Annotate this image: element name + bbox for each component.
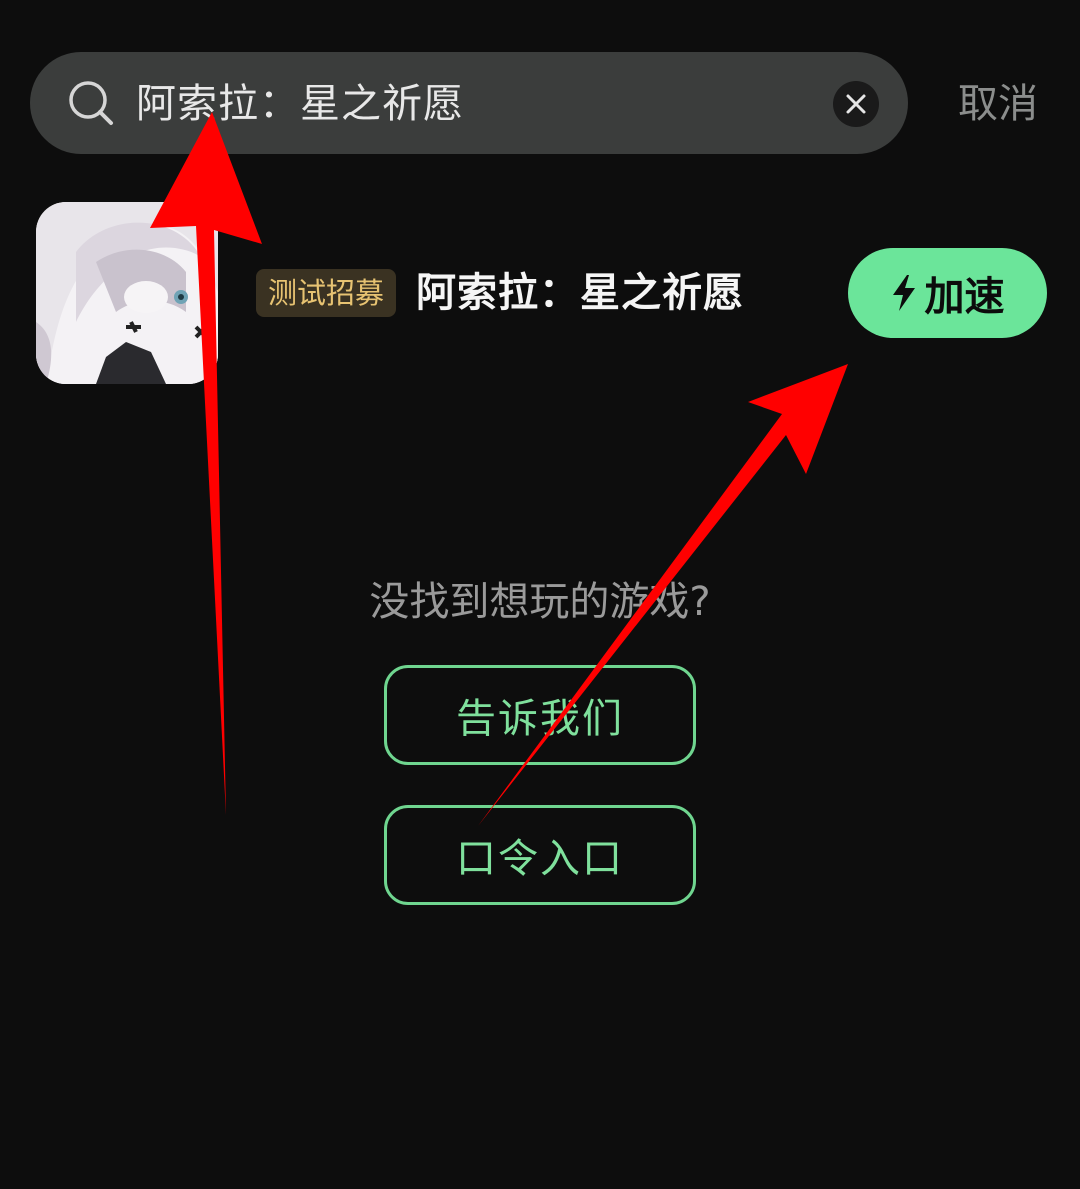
lightning-icon — [892, 275, 915, 311]
search-icon — [69, 81, 113, 125]
test-recruitment-badge: 测试招募 — [256, 269, 397, 317]
close-icon — [846, 94, 866, 114]
tell-us-button[interactable]: 告诉我们 — [384, 665, 696, 765]
anime-character-artwork — [36, 202, 218, 384]
not-found-prompt: 没找到想玩的游戏? — [369, 579, 711, 625]
search-input[interactable]: 阿索拉：星之祈愿 — [136, 76, 464, 132]
clear-search-button[interactable] — [833, 81, 879, 127]
game-cover-image[interactable] — [36, 202, 218, 384]
game-title[interactable]: 阿索拉：星之祈愿 — [416, 264, 744, 322]
accelerate-button[interactable]: 加速 — [848, 248, 1047, 338]
cancel-button[interactable]: 取消 — [958, 76, 1038, 132]
code-entry-button[interactable]: 口令入口 — [384, 805, 696, 905]
search-results-page: 阿索拉：星之祈愿 取消 测试招募 阿索拉：星之祈愿 加速 没找到想玩的游戏? 告… — [0, 0, 1080, 1189]
accelerate-label: 加速 — [924, 274, 1005, 320]
